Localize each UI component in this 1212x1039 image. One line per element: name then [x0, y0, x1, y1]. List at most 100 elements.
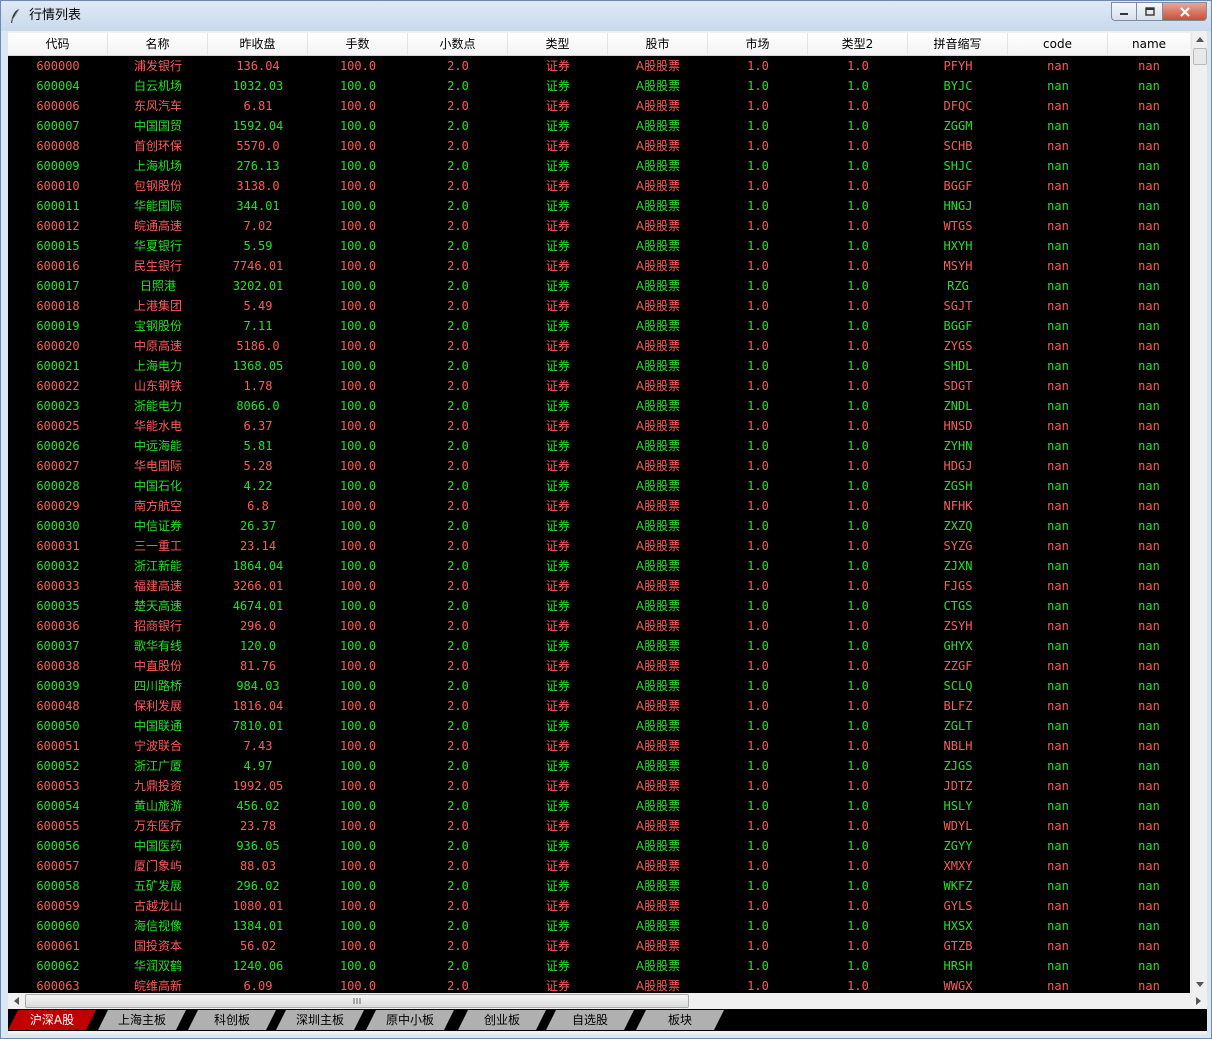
table-row[interactable]: 600021 上海电力 1368.05 100.0 2.0 证券 A股股票 1.0 1.0 SHD… [8, 356, 1190, 376]
maximize-button[interactable] [1137, 2, 1163, 21]
table-row[interactable]: 600030 中信证券 26.37 100.0 2.0 证券 A股股票 1.0 1.0 ZXZQ n… [8, 516, 1190, 536]
table-cell: 1.0 [747, 899, 769, 913]
column-header[interactable]: 股市 [608, 33, 708, 55]
table-cell: 7.11 [243, 319, 273, 333]
horizontal-scroll-thumb[interactable] [25, 994, 689, 1008]
table-row[interactable]: 600037 歌华有线 120.0 100.0 2.0 证券 A股股票 1.0 1.0 GHYX n… [8, 636, 1190, 656]
table-cell: 600012 [36, 219, 80, 233]
tab-0[interactable]: 沪深A股 [8, 1010, 96, 1030]
table-row[interactable]: 600054 黄山旅游 456.02 100.0 2.0 证券 A股股票 1.0 1.0 HSLY… [8, 796, 1190, 816]
vertical-scrollbar[interactable] [1191, 31, 1207, 993]
table-row[interactable]: 600022 山东钢铁 1.78 100.0 2.0 证券 A股股票 1.0 1.0 SDGT na… [8, 376, 1190, 396]
table-row[interactable]: 600061 国投资本 56.02 100.0 2.0 证券 A股股票 1.0 1.0 GTZB n… [8, 936, 1190, 956]
table-row[interactable]: 600011 华能国际 344.01 100.0 2.0 证券 A股股票 1.0 1.0 HNGJ… [8, 196, 1190, 216]
table-row[interactable]: 600038 中直股份 81.76 100.0 2.0 证券 A股股票 1.0 1.0 ZZGF n… [8, 656, 1190, 676]
minimize-button[interactable] [1111, 2, 1137, 21]
table-row[interactable]: 600062 华润双鹤 1240.06 100.0 2.0 证券 A股股票 1.0 1.0 HRS… [8, 956, 1190, 976]
table-row[interactable]: 600028 中国石化 4.22 100.0 2.0 证券 A股股票 1.0 1.0 ZGSH na… [8, 476, 1190, 496]
table-cell: 1.0 [747, 959, 769, 973]
tab-5[interactable]: 创业板 [458, 1010, 546, 1030]
table-row[interactable]: 600009 上海机场 276.13 100.0 2.0 证券 A股股票 1.0 1.0 SHJC… [8, 156, 1190, 176]
column-header[interactable]: name [1108, 33, 1190, 55]
close-button[interactable] [1163, 2, 1207, 21]
table-row[interactable]: 600015 华夏银行 5.59 100.0 2.0 证券 A股股票 1.0 1.0 HXYH na… [8, 236, 1190, 256]
table-cell: 1.0 [847, 539, 869, 553]
column-header[interactable]: 昨收盘 [208, 33, 308, 55]
table-cell: 证券 [545, 959, 570, 973]
table-row[interactable]: 600016 民生银行 7746.01 100.0 2.0 证券 A股股票 1.0 1.0 MSY… [8, 256, 1190, 276]
column-header[interactable]: 类型 [508, 33, 608, 55]
table-row[interactable]: 600032 浙江新能 1864.04 100.0 2.0 证券 A股股票 1.0 1.0 ZJX… [8, 556, 1190, 576]
column-header[interactable]: 名称 [108, 33, 208, 55]
table-row[interactable]: 600018 上港集团 5.49 100.0 2.0 证券 A股股票 1.0 1.0 SGJT na… [8, 296, 1190, 316]
tab-1[interactable]: 上海主板 [98, 1010, 186, 1030]
table-row[interactable]: 600059 古越龙山 1080.01 100.0 2.0 证券 A股股票 1.0 1.0 GYL… [8, 896, 1190, 916]
table-row[interactable]: 600039 四川路桥 984.03 100.0 2.0 证券 A股股票 1.0 1.0 SCLQ… [8, 676, 1190, 696]
table-row[interactable]: 600060 海信视像 1384.01 100.0 2.0 证券 A股股票 1.0 1.0 HXS… [8, 916, 1190, 936]
table-row[interactable]: 600004 白云机场 1032.03 100.0 2.0 证券 A股股票 1.0 1.0 BYJ… [8, 76, 1190, 96]
horizontal-scrollbar[interactable] [8, 993, 1207, 1009]
title-bar[interactable]: 行情列表 [1, 1, 1211, 31]
table-cell: 证券 [545, 59, 570, 73]
column-header[interactable]: code [1008, 33, 1108, 55]
scroll-down-button[interactable] [1192, 977, 1208, 993]
table-cell: 3202.01 [232, 279, 284, 293]
table-row[interactable]: 600052 浙江广厦 4.97 100.0 2.0 证券 A股股票 1.0 1.0 ZJGS na… [8, 756, 1190, 776]
table-cell: 海信视像 [133, 919, 182, 933]
table-cell: 100.0 [339, 99, 377, 113]
table-row[interactable]: 600055 万东医疗 23.78 100.0 2.0 证券 A股股票 1.0 1.0 WDYL n… [8, 816, 1190, 836]
table-row[interactable]: 600025 华能水电 6.37 100.0 2.0 证券 A股股票 1.0 1.0 HNSD na… [8, 416, 1190, 436]
table-cell: nan [1138, 839, 1160, 853]
table-row[interactable]: 600050 中国联通 7810.01 100.0 2.0 证券 A股股票 1.0 1.0 ZGL… [8, 716, 1190, 736]
table-row[interactable]: 600035 楚天高速 4674.01 100.0 2.0 证券 A股股票 1.0 1.0 CTG… [8, 596, 1190, 616]
column-header[interactable]: 拼音缩写 [908, 33, 1008, 55]
table-row[interactable]: 600029 南方航空 6.8 100.0 2.0 证券 A股股票 1.0 1.0 NFHK nan… [8, 496, 1190, 516]
table-row[interactable]: 600058 五矿发展 296.02 100.0 2.0 证券 A股股票 1.0 1.0 WKFZ… [8, 876, 1190, 896]
table-row[interactable]: 600017 日照港 3202.01 100.0 2.0 证券 A股股票 1.0 1.0 RZG n… [8, 276, 1190, 296]
scroll-right-button[interactable] [1191, 993, 1207, 1009]
table-row[interactable]: 600012 皖通高速 7.02 100.0 2.0 证券 A股股票 1.0 1.0 WTGS na… [8, 216, 1190, 236]
table-cell: 1.0 [747, 119, 769, 133]
table-row[interactable]: 600006 东风汽车 6.81 100.0 2.0 证券 A股股票 1.0 1.0 DFQC na… [8, 96, 1190, 116]
column-header[interactable]: 小数点 [408, 33, 508, 55]
table-row[interactable]: 600023 浙能电力 8066.0 100.0 2.0 证券 A股股票 1.0 1.0 ZNDL… [8, 396, 1190, 416]
tab-6[interactable]: 自选股 [546, 1010, 634, 1030]
table-row[interactable]: 600031 三一重工 23.14 100.0 2.0 证券 A股股票 1.0 1.0 SYZG n… [8, 536, 1190, 556]
table-row[interactable]: 600026 中远海能 5.81 100.0 2.0 证券 A股股票 1.0 1.0 ZYHN na… [8, 436, 1190, 456]
table-row[interactable]: 600056 中国医药 936.05 100.0 2.0 证券 A股股票 1.0 1.0 ZGYY… [8, 836, 1190, 856]
table-cell: ZNDL [943, 399, 973, 413]
tab-7[interactable]: 板块 [636, 1010, 724, 1030]
table-row[interactable]: 600048 保利发展 1816.04 100.0 2.0 证券 A股股票 1.0 1.0 BLF… [8, 696, 1190, 716]
tab-4[interactable]: 原中小板 [366, 1010, 454, 1030]
table-row[interactable]: 600051 宁波联合 7.43 100.0 2.0 证券 A股股票 1.0 1.0 NBLH na… [8, 736, 1190, 756]
table-row[interactable]: 600019 宝钢股份 7.11 100.0 2.0 证券 A股股票 1.0 1.0 BGGF na… [8, 316, 1190, 336]
column-header[interactable]: 类型2 [808, 33, 908, 55]
table-row[interactable]: 600036 招商银行 296.0 100.0 2.0 证券 A股股票 1.0 1.0 ZSYH n… [8, 616, 1190, 636]
table-cell: 2.0 [447, 139, 469, 153]
tab-2[interactable]: 科创板 [188, 1010, 276, 1030]
table-row[interactable]: 600008 首创环保 5570.0 100.0 2.0 证券 A股股票 1.0 1.0 SCHB… [8, 136, 1190, 156]
quote-table[interactable]: 600000 浦发银行 136.04 100.0 2.0 证券 A股股票 1.0 1.0 PFYH… [8, 56, 1190, 993]
table-cell: nan [1138, 819, 1160, 833]
table-row[interactable]: 600053 九鼎投资 1992.05 100.0 2.0 证券 A股股票 1.0 1.0 JDT… [8, 776, 1190, 796]
table-row[interactable]: 600010 包钢股份 3138.0 100.0 2.0 证券 A股股票 1.0 1.0 BGGF… [8, 176, 1190, 196]
table-cell: 100.0 [339, 79, 377, 93]
column-header[interactable]: 代码 [8, 33, 108, 55]
table-row[interactable]: 600020 中原高速 5186.0 100.0 2.0 证券 A股股票 1.0 1.0 ZYGS… [8, 336, 1190, 356]
table-cell: 日照港 [139, 279, 176, 293]
table-row[interactable]: 600057 厦门象屿 88.03 100.0 2.0 证券 A股股票 1.0 1.0 XMXY n… [8, 856, 1190, 876]
table-row[interactable]: 600063 皖维高新 6.09 100.0 2.0 证券 A股股票 1.0 1.0 WWGX na… [8, 976, 1190, 993]
table-row[interactable]: 600027 华电国际 5.28 100.0 2.0 证券 A股股票 1.0 1.0 HDGJ na… [8, 456, 1190, 476]
vertical-scroll-thumb[interactable] [1193, 48, 1207, 65]
table-row[interactable]: 600007 中国国贸 1592.04 100.0 2.0 证券 A股股票 1.0 1.0 ZGG… [8, 116, 1190, 136]
table-row[interactable]: 600033 福建高速 3266.01 100.0 2.0 证券 A股股票 1.0 1.0 FJG… [8, 576, 1190, 596]
column-header[interactable]: 手数 [308, 33, 408, 55]
tab-3[interactable]: 深圳主板 [276, 1010, 364, 1030]
table-cell: 100.0 [339, 459, 377, 473]
table-cell: 1.0 [847, 559, 869, 573]
table-cell: A股股票 [635, 859, 681, 873]
table-row[interactable]: 600000 浦发银行 136.04 100.0 2.0 证券 A股股票 1.0 1.0 PFYH… [8, 56, 1190, 76]
scroll-up-button[interactable] [1192, 31, 1208, 47]
column-header[interactable]: 市场 [708, 33, 808, 55]
scroll-left-button[interactable] [8, 993, 24, 1009]
